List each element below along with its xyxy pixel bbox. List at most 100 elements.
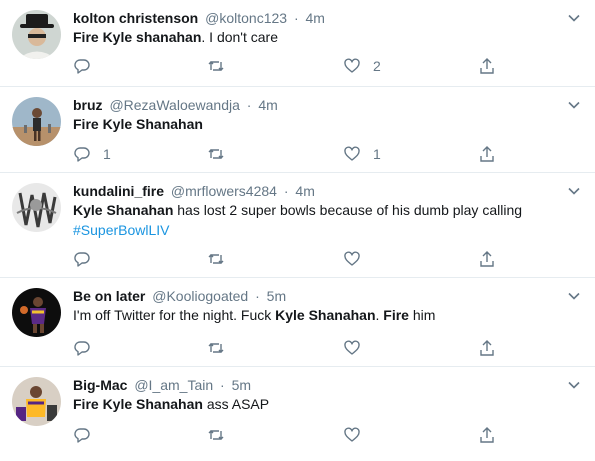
timestamp[interactable]: 5m <box>267 288 286 304</box>
tweet-actions: 1 1 <box>73 144 503 164</box>
tweet-feed: kolton christenson @koltonc123 · 4m Fire… <box>0 0 595 461</box>
chevron-down-icon[interactable] <box>566 97 582 113</box>
like-button[interactable] <box>343 338 373 358</box>
display-name[interactable]: Be on later <box>73 288 145 304</box>
tweet-text-segment: has lost 2 super bowls because of his du… <box>173 202 523 218</box>
tweet[interactable]: Be on later @Kooliogoated · 5m I'm off T… <box>0 278 595 367</box>
avatar[interactable] <box>12 10 61 59</box>
hashtag-link[interactable]: #SuperBowlLIV <box>73 222 170 238</box>
tweet[interactable]: kundalini_fire @mrflowers4284 · 4m Kyle … <box>0 173 595 278</box>
tweet-text: Kyle Shanahan has lost 2 super bowls bec… <box>73 200 565 240</box>
tweet-header: Be on later @Kooliogoated · 5m <box>73 287 555 305</box>
tweet-actions <box>73 425 503 445</box>
tweet-text: Fire Kyle shanahan. I don't care <box>73 27 565 47</box>
tweet[interactable]: kolton christenson @koltonc123 · 4m Fire… <box>0 0 595 87</box>
tweet-header: kundalini_fire @mrflowers4284 · 4m <box>73 182 555 200</box>
chevron-down-icon[interactable] <box>566 288 582 304</box>
tweet-text-segment: I'm off Twitter for the night. Fuck <box>73 307 276 323</box>
tweet-text: Fire Kyle Shanahan ass ASAP <box>73 394 565 414</box>
share-button[interactable] <box>478 425 496 445</box>
timestamp[interactable]: 4m <box>258 97 277 113</box>
share-icon <box>478 145 496 163</box>
retweet-icon <box>207 339 225 357</box>
tweet-text-segment: him <box>408 307 436 323</box>
share-icon <box>478 339 496 357</box>
retweet-button[interactable] <box>207 144 237 164</box>
tweet-header: Big-Mac @I_am_Tain · 5m <box>73 376 555 394</box>
reply-icon <box>73 145 91 163</box>
tweet-text-segment: Fire Kyle Shanahan <box>73 116 203 132</box>
like-icon <box>343 339 361 357</box>
reply-button[interactable] <box>73 249 103 269</box>
retweet-icon <box>207 250 225 268</box>
separator-dot: · <box>293 10 299 26</box>
tweet-actions <box>73 249 503 269</box>
like-icon <box>343 250 361 268</box>
display-name[interactable]: kolton christenson <box>73 10 198 26</box>
retweet-button[interactable] <box>207 338 237 358</box>
separator-dot: · <box>283 183 289 199</box>
share-button[interactable] <box>478 249 496 269</box>
avatar[interactable] <box>12 288 61 337</box>
share-icon <box>478 57 496 75</box>
tweet[interactable]: Big-Mac @I_am_Tain · 5m Fire Kyle Shanah… <box>0 367 595 461</box>
reply-button[interactable] <box>73 56 103 76</box>
display-name[interactable]: Big-Mac <box>73 377 127 393</box>
user-handle[interactable]: @RezaWaloewandja <box>109 97 239 113</box>
reply-button[interactable] <box>73 338 103 358</box>
like-button[interactable] <box>343 425 373 445</box>
reply-button[interactable]: 1 <box>73 144 111 164</box>
tweet-text-segment: Fire <box>383 307 409 323</box>
tweet[interactable]: bruz @RezaWaloewandja · 4m Fire Kyle Sha… <box>0 87 595 173</box>
chevron-down-icon[interactable] <box>566 10 582 26</box>
display-name[interactable]: bruz <box>73 97 103 113</box>
like-icon <box>343 145 361 163</box>
tweet-text-segment: Kyle Shanahan <box>275 307 376 323</box>
avatar[interactable] <box>12 97 61 146</box>
share-button[interactable] <box>478 144 496 164</box>
like-count: 2 <box>373 58 381 74</box>
like-button[interactable]: 1 <box>343 144 381 164</box>
share-icon <box>478 426 496 444</box>
share-button[interactable] <box>478 338 496 358</box>
chevron-down-icon[interactable] <box>566 377 582 393</box>
retweet-button[interactable] <box>207 249 237 269</box>
share-icon <box>478 250 496 268</box>
share-button[interactable] <box>478 56 496 76</box>
avatar[interactable] <box>12 377 61 426</box>
tweet-text-segment: Fire Kyle Shanahan <box>73 396 203 412</box>
tweet-text: I'm off Twitter for the night. Fuck Kyle… <box>73 305 565 325</box>
tweet-text-segment: ass ASAP <box>202 396 270 412</box>
tweet-text-segment: Kyle Shanahan <box>73 202 174 218</box>
user-handle[interactable]: @mrflowers4284 <box>171 183 277 199</box>
tweet-header: kolton christenson @koltonc123 · 4m <box>73 9 555 27</box>
separator-dot: · <box>255 288 260 304</box>
separator-dot: · <box>246 97 252 113</box>
tweet-text-segment: Fire Kyle shanahan <box>73 29 202 45</box>
like-count: 1 <box>373 146 381 162</box>
avatar[interactable] <box>12 183 61 232</box>
reply-icon <box>73 57 91 75</box>
timestamp[interactable]: 4m <box>295 183 314 199</box>
retweet-icon <box>207 57 225 75</box>
reply-button[interactable] <box>73 425 103 445</box>
user-handle[interactable]: @Kooliogoated <box>152 288 248 304</box>
timestamp[interactable]: 4m <box>306 10 325 26</box>
reply-icon <box>73 250 91 268</box>
retweet-button[interactable] <box>207 425 237 445</box>
retweet-icon <box>207 426 225 444</box>
like-button[interactable] <box>343 249 373 269</box>
timestamp[interactable]: 5m <box>232 377 251 393</box>
user-handle[interactable]: @koltonc123 <box>205 10 287 26</box>
chevron-down-icon[interactable] <box>566 183 582 199</box>
reply-count: 1 <box>103 146 111 162</box>
user-handle[interactable]: @I_am_Tain <box>134 377 213 393</box>
retweet-button[interactable] <box>207 56 237 76</box>
like-icon <box>343 426 361 444</box>
tweet-header: bruz @RezaWaloewandja · 4m <box>73 96 555 114</box>
reply-icon <box>73 339 91 357</box>
display-name[interactable]: kundalini_fire <box>73 183 164 199</box>
like-icon <box>343 57 361 75</box>
separator-dot: · <box>220 377 225 393</box>
like-button[interactable]: 2 <box>343 56 381 76</box>
